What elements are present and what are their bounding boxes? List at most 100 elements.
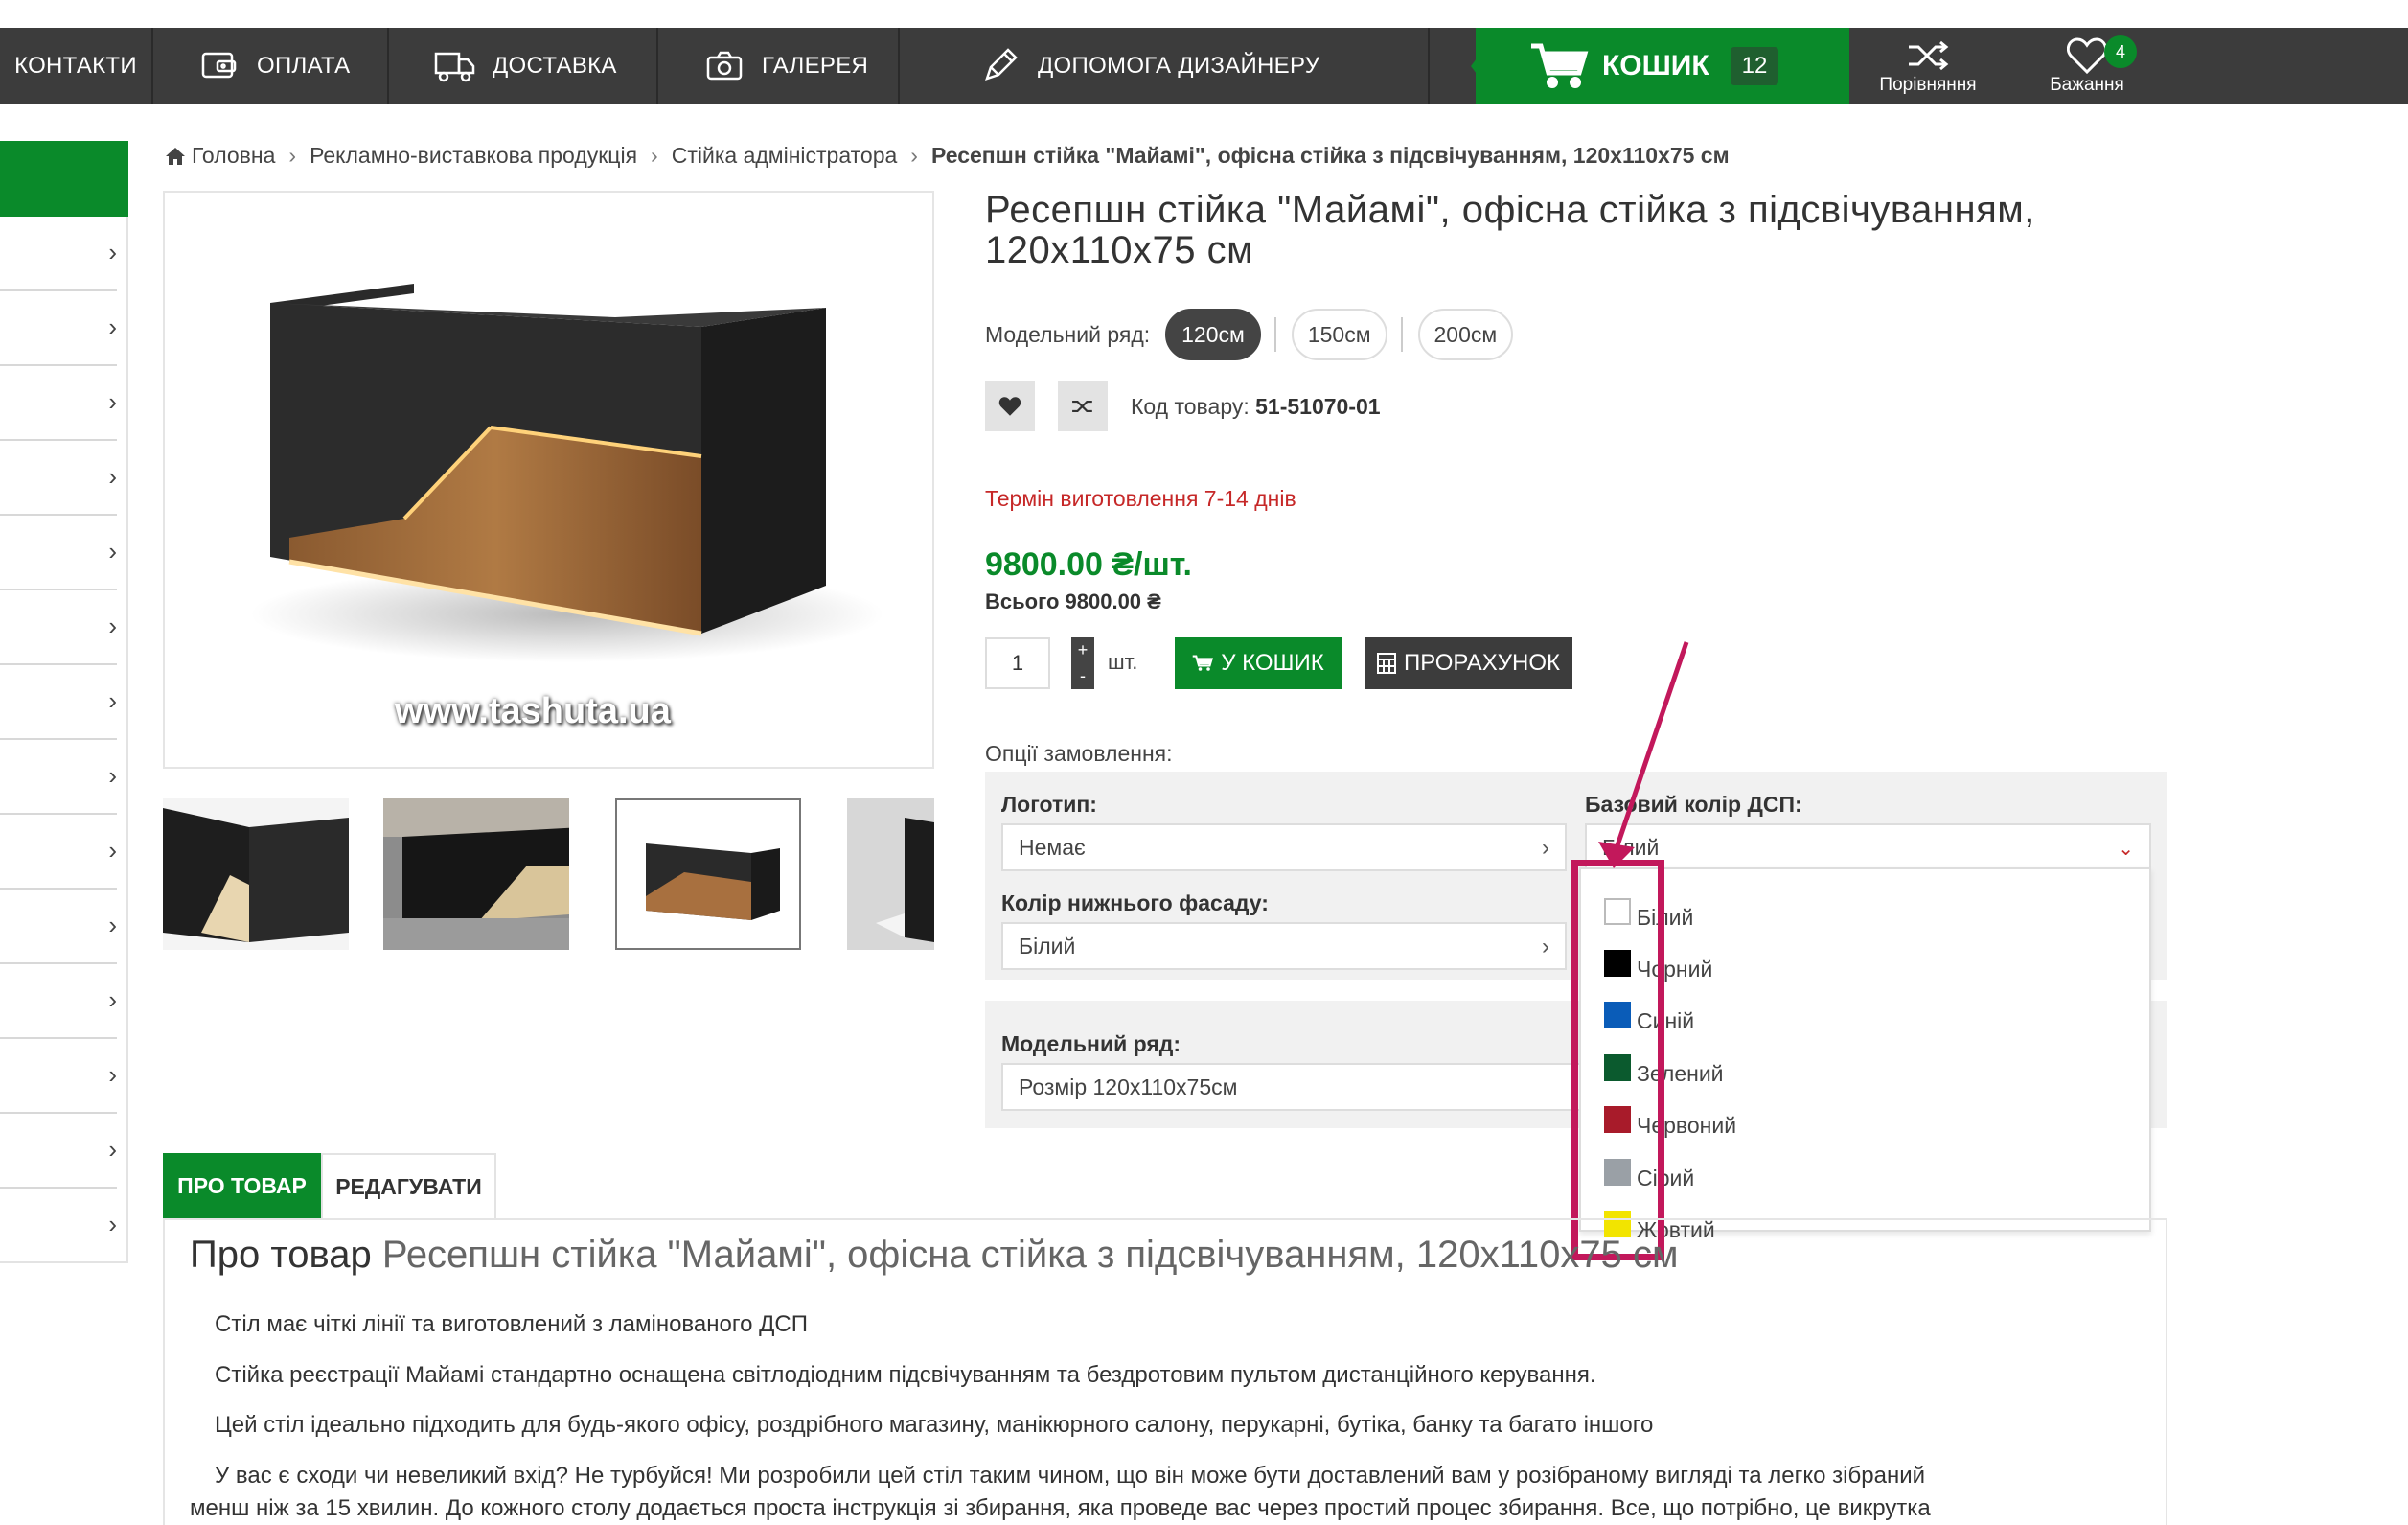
product-price: 9800.00 ₴/шт. (985, 546, 1192, 583)
sidebar-item[interactable]: › (0, 366, 117, 441)
quantity-input[interactable]: 1 (985, 637, 1050, 689)
home-icon (165, 147, 186, 166)
quantity-unit: шт. (1108, 650, 1138, 674)
sidebar-item[interactable]: › (0, 516, 117, 590)
pencil-icon (978, 47, 1022, 85)
description-paragraph: Стіл має чіткі лінії та виготовлений з л… (215, 1311, 808, 1337)
breadcrumb-level2[interactable]: Стійка адміністратора (672, 143, 898, 169)
nav-payment-label: ОПЛАТА (257, 53, 351, 79)
sidebar-header (0, 141, 128, 217)
calculate-label: ПРОРАХУНОК (1403, 650, 1561, 676)
chevron-right-icon: › (108, 387, 117, 416)
chevron-right-icon: › (108, 985, 117, 1014)
add-to-compare-button[interactable] (1058, 381, 1108, 431)
nav-designer-help[interactable]: ДОПОМОГА ДИЗАЙНЕРУ (900, 28, 1430, 104)
sidebar-item[interactable]: › (0, 665, 117, 740)
model-selector-label: Модельний ряд: (985, 321, 1151, 347)
breadcrumb-separator: › (910, 143, 918, 168)
chevron-right-icon: › (108, 238, 117, 266)
tab-about[interactable]: ПРО ТОВАР (163, 1153, 321, 1218)
description-paragraph: Цей стіл ідеально підходить для будь-яко… (215, 1412, 1654, 1438)
reception-desk-illustration (251, 284, 883, 662)
bottom-color-select[interactable]: Білий › (1001, 922, 1567, 970)
nav-gallery-label: ГАЛЕРЕЯ (762, 53, 869, 79)
description-paragraph: У вас є сходи чи невеликий вхід? Не турб… (215, 1463, 1926, 1489)
breadcrumb-current: Ресепшн стійка "Майамі", офісна стійка з… (930, 143, 1730, 168)
product-total: Всього 9800.00 ₴ (985, 589, 1161, 613)
wishlist-label: Бажання (2050, 75, 2124, 95)
shuffle-icon (1071, 397, 1094, 416)
logo-select[interactable]: Немає › (1001, 823, 1567, 871)
sidebar-item[interactable]: › (0, 740, 117, 815)
increment-icon[interactable]: + (1078, 640, 1089, 660)
divider (1400, 317, 1403, 352)
sidebar-item[interactable]: › (0, 590, 117, 665)
product-main-image[interactable]: www.tashuta.ua (163, 191, 934, 769)
sidebar-item[interactable]: › (0, 291, 117, 366)
sidebar-item[interactable]: › (0, 1039, 117, 1114)
thumbnail-image[interactable] (163, 798, 349, 950)
model-select-value: Розмір 120x110x75см (1019, 1074, 1238, 1099)
product-code-value: 51-51070-01 (1255, 394, 1381, 419)
description-title: Про товар Ресепшн стійка "Майамі", офісн… (190, 1234, 1679, 1277)
breadcrumb-level1[interactable]: Рекламно-виставкова продукція (310, 143, 637, 169)
annotation-highlight-box (1571, 860, 1664, 1260)
calculate-button[interactable]: ПРОРАХУНОК (1365, 637, 1572, 689)
breadcrumb-home[interactable]: Головна (192, 143, 275, 169)
model-selector: Модельний ряд: 120см 150см 200см (985, 309, 1514, 360)
cart-button[interactable]: КОШИК 12 (1476, 28, 1849, 104)
nav-contacts[interactable]: КОНТАКТИ (0, 28, 153, 104)
model-option-200[interactable]: 200см (1417, 309, 1514, 360)
model-option-120[interactable]: 120см (1165, 309, 1261, 360)
chevron-right-icon: › (108, 911, 117, 939)
nav-gallery[interactable]: ГАЛЕРЕЯ (658, 28, 900, 104)
tab-edit[interactable]: РЕДАГУВАТИ (321, 1153, 496, 1218)
product-code-label: Код товару: (1131, 394, 1250, 419)
nav-delivery-label: ДОСТАВКА (493, 53, 617, 79)
sidebar-item[interactable]: › (0, 217, 117, 291)
add-to-wishlist-button[interactable] (985, 381, 1035, 431)
cart-count-badge: 12 (1730, 47, 1779, 85)
wallet-icon (197, 47, 241, 85)
description-paragraph: Стійка реєстрації Майамі стандартно осна… (215, 1362, 1596, 1388)
sidebar-item[interactable]: › (0, 815, 117, 890)
wishlist-count-badge: 4 (2104, 35, 2137, 68)
sidebar-item[interactable]: › (0, 964, 117, 1039)
sidebar-item[interactable]: › (0, 441, 117, 516)
wishlist-link[interactable]: Бажання (2020, 28, 2154, 104)
nav-payment[interactable]: ОПЛАТА (153, 28, 389, 104)
breadcrumb-separator: › (651, 143, 658, 168)
cart-label: КОШИК (1602, 50, 1709, 81)
annotation-arrow-icon (1598, 641, 1689, 868)
decrement-icon[interactable]: - (1080, 666, 1086, 686)
model-option-150[interactable]: 150см (1291, 309, 1387, 360)
chevron-right-icon: › (108, 537, 117, 566)
add-to-cart-label: У КОШИК (1221, 650, 1324, 676)
description-title-product: Ресепшн стійка "Майамі", офісна стійка з… (381, 1234, 1679, 1276)
top-navigation-bar: КОНТАКТИ ОПЛАТА ДОСТАВКА ГАЛЕРЕЯ ДОПОМОГ… (0, 28, 2408, 104)
thumbnail-image-active[interactable] (615, 798, 801, 950)
chevron-right-icon: › (1542, 835, 1549, 861)
compare-label: Порівняння (1879, 75, 1977, 95)
chevron-right-icon: › (108, 462, 117, 491)
thumbnail-image[interactable] (383, 798, 569, 950)
sidebar-item[interactable]: › (0, 1189, 117, 1263)
chevron-right-icon: › (1542, 934, 1549, 959)
sidebar-item[interactable]: › (0, 1114, 117, 1189)
chevron-right-icon: › (108, 1210, 117, 1238)
sidebar-item[interactable]: › (0, 890, 117, 964)
compare-link[interactable]: Порівняння (1861, 28, 1995, 104)
chevron-right-icon: › (108, 761, 117, 790)
heart-icon (2067, 36, 2107, 75)
thumbnail-image[interactable] (847, 798, 934, 950)
chevron-down-icon: ⌄ (2118, 839, 2134, 860)
description-paragraph: менш ніж за 15 хвилин. До кожного столу … (190, 1495, 1931, 1521)
divider (1273, 317, 1276, 352)
nav-delivery[interactable]: ДОСТАВКА (389, 28, 658, 104)
nav-designer-help-label: ДОПОМОГА ДИЗАЙНЕРУ (1038, 53, 1320, 79)
quantity-stepper[interactable]: + - (1071, 637, 1094, 689)
add-to-cart-button[interactable]: У КОШИК (1175, 637, 1342, 689)
bottom-color-select-value: Білий (1019, 933, 1076, 959)
order-options-label: Опції замовлення: (985, 741, 1173, 766)
shuffle-icon (1907, 36, 1949, 75)
